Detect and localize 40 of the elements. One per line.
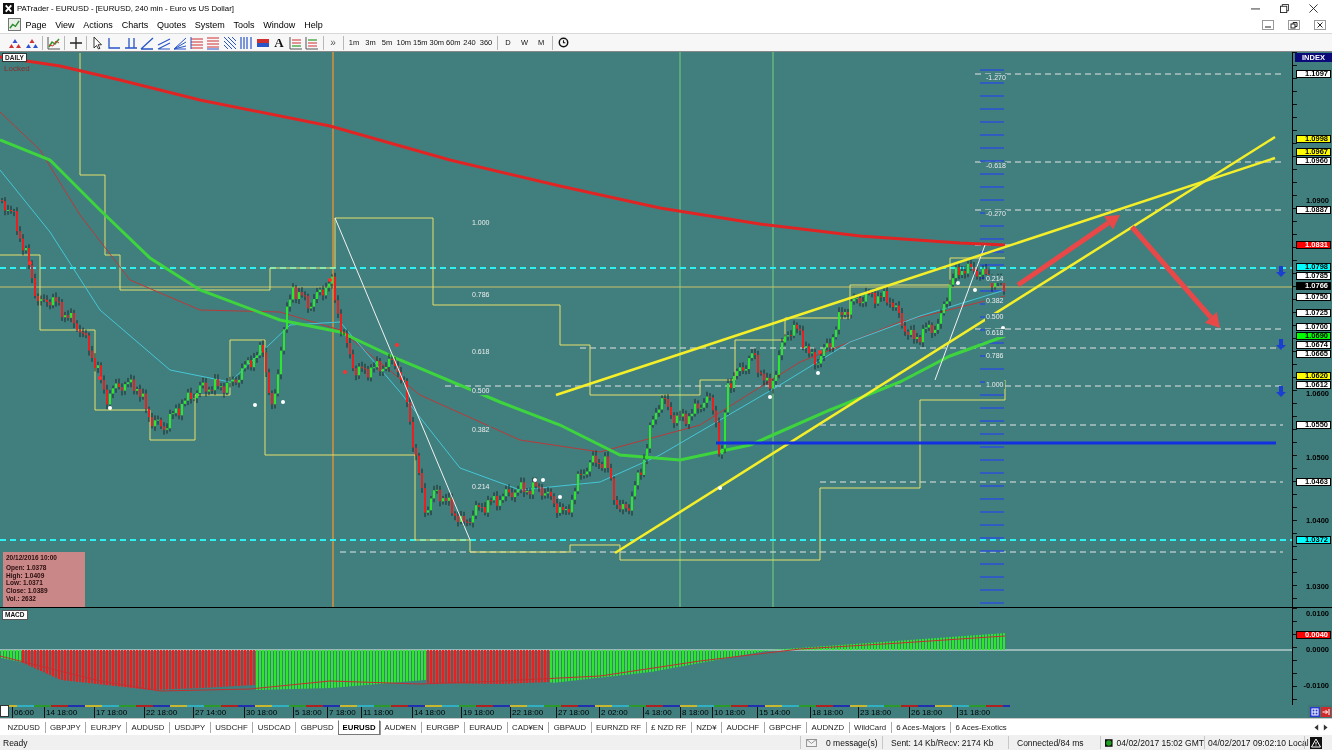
menu-item[interactable]: Actions — [78, 19, 118, 30]
horizontal-line-icon[interactable] — [107, 35, 121, 50]
fan-lines-icon[interactable] — [173, 35, 187, 50]
connection-status: Connected/84 ms — [1017, 737, 1084, 748]
status-text: Ready — [2, 737, 29, 748]
gmt-time: 04/02/2017 15:02 GMT — [1116, 737, 1204, 748]
arrow-icon[interactable] — [1321, 706, 1331, 717]
warning-icon[interactable] — [1310, 736, 1322, 749]
status-light-icon — [1105, 736, 1113, 749]
vertical-lines-icon[interactable] — [239, 35, 253, 50]
minimize-icon[interactable] — [1262, 19, 1274, 30]
traffic-text: Sent: 14 Kb/Recv: 2174 Kb — [891, 737, 994, 748]
menu-item[interactable]: Quotes — [152, 19, 191, 30]
menu-item[interactable]: View — [50, 19, 79, 30]
close-icon[interactable] — [1314, 19, 1326, 30]
restore-icon[interactable] — [1280, 3, 1289, 13]
envelope-icon[interactable] — [806, 738, 817, 747]
vertical-line-icon[interactable] — [123, 35, 138, 50]
menu-item[interactable]: Tools — [229, 19, 259, 30]
chart-icon[interactable] — [46, 35, 61, 50]
close-icon[interactable] — [1309, 3, 1318, 13]
horizontal-levels-icon[interactable] — [189, 35, 204, 50]
menu-item[interactable]: System — [190, 19, 230, 30]
hatched-lines-icon[interactable] — [222, 35, 237, 50]
menu-item[interactable]: Page — [21, 19, 51, 30]
diagonal-line-icon[interactable] — [140, 35, 154, 50]
grid-icon[interactable] — [1310, 706, 1320, 717]
scroll-left-icon[interactable] — [1314, 723, 1319, 731]
chart-icon[interactable] — [8, 18, 21, 31]
pointer-icon[interactable] — [90, 35, 105, 50]
overflow-button[interactable]: » — [327, 37, 339, 48]
message-count: 0 message(s) — [826, 737, 878, 748]
crosshair-icon[interactable] — [68, 35, 83, 50]
clock-icon[interactable] — [558, 37, 569, 48]
menu-item[interactable]: Window — [258, 19, 300, 30]
scroll-right-icon[interactable] — [1323, 723, 1328, 731]
menu-item[interactable]: Help — [299, 19, 328, 30]
text-tool-button[interactable]: A — [272, 35, 286, 50]
menu-item[interactable]: Charts — [117, 19, 153, 30]
restore-icon[interactable] — [1288, 19, 1300, 30]
